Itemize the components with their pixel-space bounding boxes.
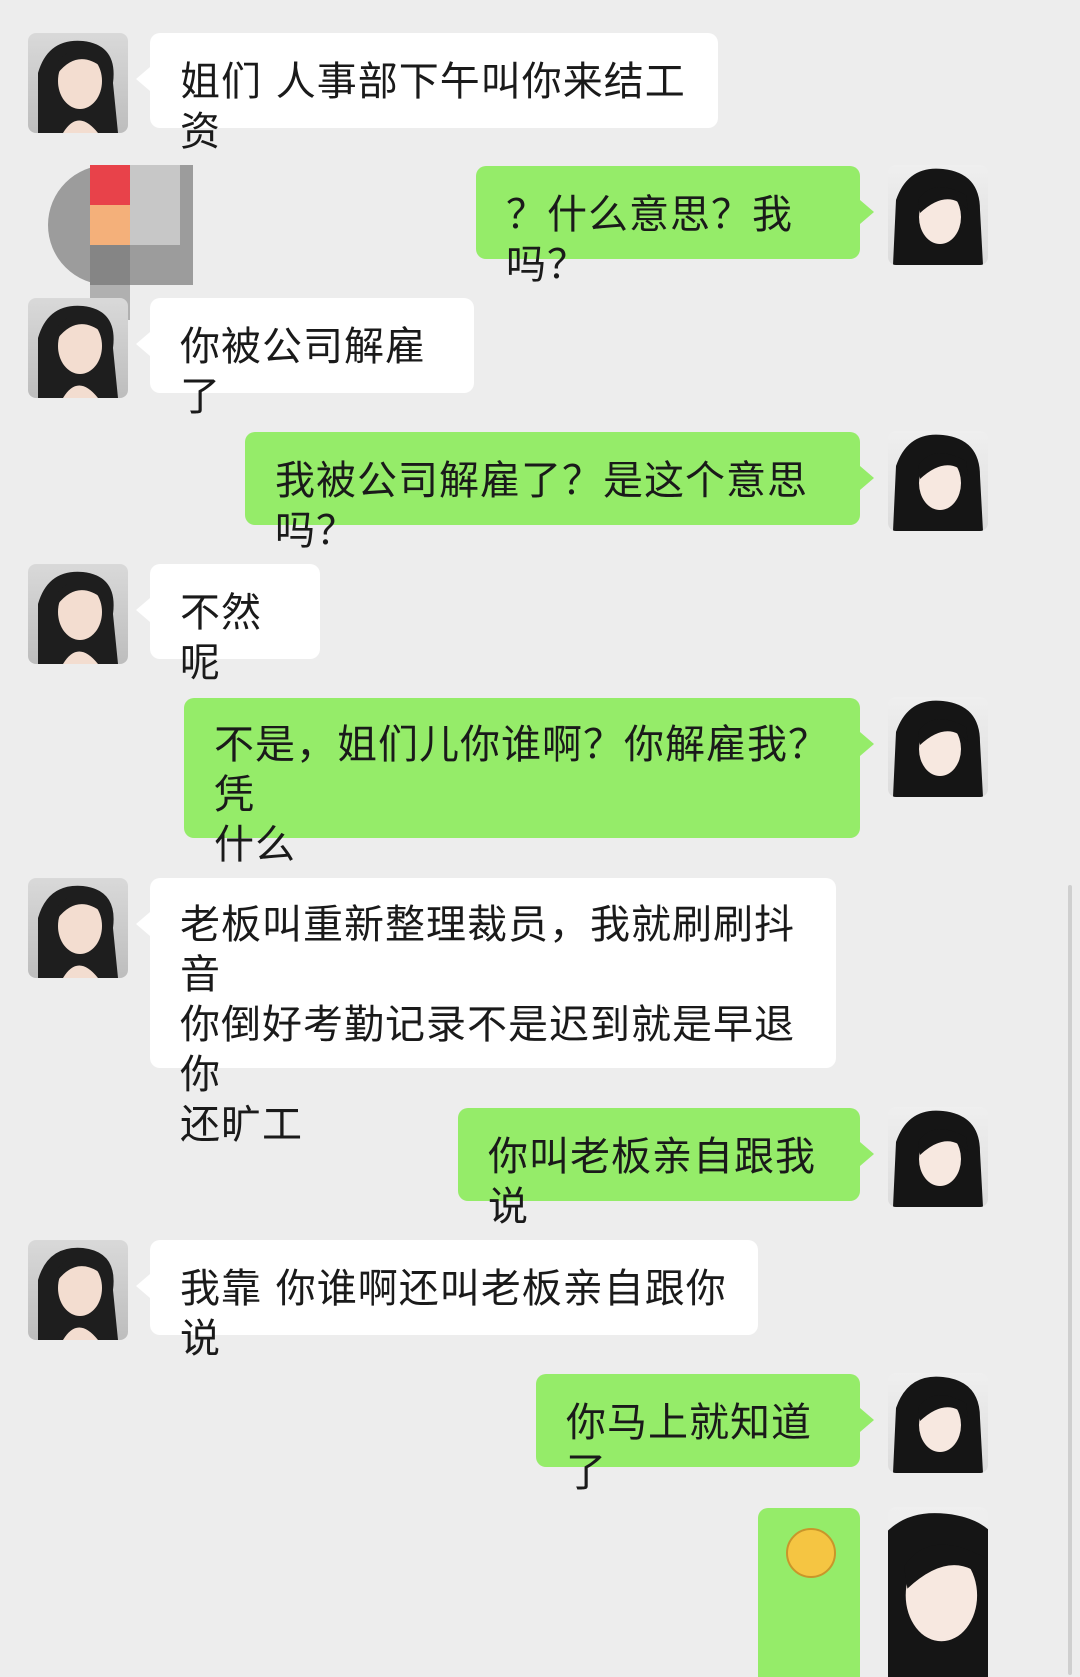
message-text-line: 老板叫重新整理裁员，我就刷刷抖音 — [180, 902, 795, 998]
avatar-portrait-icon — [28, 33, 128, 133]
my-avatar[interactable] — [888, 1107, 988, 1207]
message-bubble-sent[interactable] — [758, 1508, 860, 1677]
message-text-line: 什么 — [214, 822, 296, 868]
avatar-portrait-icon — [888, 1373, 988, 1473]
avatar-portrait-icon — [888, 697, 988, 797]
message-bubble-received[interactable]: 不然呢 — [136, 564, 320, 686]
message-text-line: 你倒好考勤记录不是迟到就是早退你 — [180, 1002, 795, 1098]
chat-window: 姐们 人事部下午叫你来结工资 ？什么意思？我吗？ 你被公司解雇了 我被公司解雇了… — [0, 0, 1080, 1677]
message-text: 我靠 你谁啊还叫老板亲自跟你说 — [180, 1266, 727, 1362]
avatar-portrait-icon — [888, 1507, 988, 1677]
message-bubble-sent[interactable]: 你叫老板亲自跟我说 — [458, 1108, 874, 1230]
avatar-portrait-icon — [28, 564, 128, 664]
message-bubble-received[interactable]: 我靠 你谁啊还叫老板亲自跟你说 — [136, 1240, 758, 1362]
my-avatar[interactable] — [888, 1373, 988, 1473]
censored-avatar — [48, 165, 193, 320]
avatar-portrait-icon — [28, 878, 128, 978]
avatar-portrait-icon — [28, 1240, 128, 1340]
message-text-line: 不是，姐们儿你谁啊？你解雇我？凭 — [214, 722, 829, 818]
message-text: 你被公司解雇了 — [180, 324, 426, 420]
message-bubble-received[interactable]: 姐们 人事部下午叫你来结工资 — [136, 33, 718, 155]
message-bubble-received[interactable]: 老板叫重新整理裁员，我就刷刷抖音 你倒好考勤记录不是迟到就是早退你 还旷工 — [136, 878, 836, 1148]
message-text: ？什么意思？我吗？ — [506, 192, 793, 288]
message-bubble-sent[interactable]: 不是，姐们儿你谁啊？你解雇我？凭 什么 — [184, 698, 874, 868]
avatar-portrait-icon — [28, 298, 128, 398]
message-text: 你叫老板亲自跟我说 — [488, 1134, 816, 1230]
contact-avatar[interactable] — [28, 878, 128, 978]
avatar-portrait-icon — [888, 1107, 988, 1207]
contact-avatar[interactable] — [28, 33, 128, 133]
avatar-portrait-icon — [888, 431, 988, 531]
message-text: 你马上就知道了 — [566, 1400, 812, 1496]
message-bubble-sent[interactable]: 你马上就知道了 — [536, 1374, 874, 1496]
smiley-emoji-icon — [786, 1528, 836, 1578]
contact-avatar[interactable] — [28, 298, 128, 398]
message-bubble-sent[interactable]: 我被公司解雇了？是这个意思吗？ — [245, 432, 874, 554]
message-text: 不然呢 — [180, 590, 262, 686]
avatar-portrait-icon — [888, 165, 988, 265]
my-avatar[interactable] — [888, 697, 988, 797]
my-avatar[interactable] — [888, 165, 988, 265]
contact-avatar[interactable] — [28, 564, 128, 664]
message-bubble-sent[interactable]: ？什么意思？我吗？ — [476, 166, 874, 288]
message-bubble-received[interactable]: 你被公司解雇了 — [136, 298, 474, 420]
my-avatar[interactable] — [888, 1507, 988, 1677]
contact-avatar[interactable] — [28, 1240, 128, 1340]
my-avatar[interactable] — [888, 431, 988, 531]
message-text: 我被公司解雇了？是这个意思吗？ — [275, 458, 808, 554]
message-text: 姐们 人事部下午叫你来结工资 — [180, 59, 686, 155]
scrollbar[interactable] — [1068, 885, 1072, 1675]
